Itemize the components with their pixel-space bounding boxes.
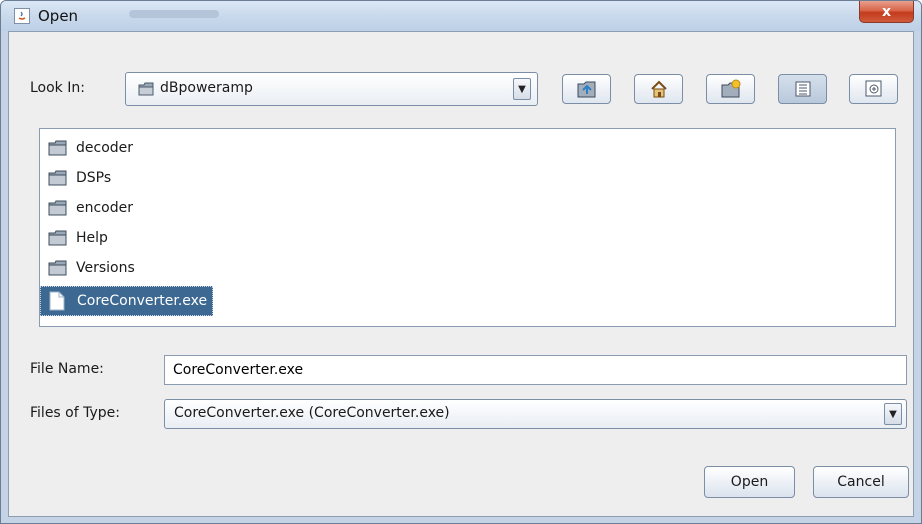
details-view-icon	[865, 80, 881, 97]
folder-icon	[48, 139, 68, 157]
up-one-level-button[interactable]	[562, 74, 611, 104]
files-of-type-combo[interactable]: CoreConverter.exe (CoreConverter.exe) ▼	[164, 399, 907, 429]
chevron-down-icon[interactable]: ▼	[513, 78, 531, 100]
cancel-button[interactable]: Cancel	[813, 466, 909, 498]
list-item[interactable]: decoder	[48, 137, 138, 159]
home-button[interactable]	[634, 74, 683, 104]
title-bar[interactable]: Open x	[1, 1, 921, 31]
list-item[interactable]: encoder	[48, 197, 138, 219]
file-list[interactable]: decoder DSPs encoder Help Versions CoreC…	[39, 128, 896, 327]
chevron-down-icon[interactable]: ▼	[884, 403, 902, 425]
look-in-label: Look In:	[30, 80, 85, 96]
file-icon	[49, 291, 69, 311]
list-view-button[interactable]	[778, 74, 827, 104]
new-folder-button[interactable]	[706, 74, 755, 104]
folder-icon	[48, 259, 68, 277]
files-of-type-value: CoreConverter.exe (CoreConverter.exe)	[174, 405, 450, 421]
files-of-type-label: Files of Type:	[30, 405, 120, 421]
blurred-title-remnant	[129, 10, 219, 18]
window-title: Open	[38, 7, 79, 25]
folder-icon	[48, 199, 68, 217]
cancel-button-label: Cancel	[837, 474, 885, 490]
file-name: DSPs	[76, 170, 112, 186]
close-button[interactable]: x	[859, 1, 914, 23]
open-button-label: Open	[730, 474, 769, 490]
look-in-combo[interactable]: dBpoweramp ▼	[125, 72, 538, 106]
close-icon: x	[881, 3, 892, 20]
file-name: decoder	[76, 140, 134, 156]
list-item[interactable]: Help	[48, 227, 113, 249]
file-name-input[interactable]	[164, 355, 907, 385]
folder-icon	[48, 169, 68, 187]
open-dialog: Open x Look In: dBpoweramp ▼ decoder DSP…	[0, 0, 922, 524]
file-name: CoreConverter.exe	[77, 293, 208, 309]
file-name: Help	[76, 230, 108, 246]
file-name: Versions	[76, 260, 135, 276]
details-view-button[interactable]	[849, 74, 898, 104]
java-icon	[14, 8, 30, 24]
list-item[interactable]: Versions	[48, 257, 140, 279]
list-item[interactable]: DSPs	[48, 167, 116, 189]
look-in-value: dBpoweramp	[160, 80, 253, 96]
file-name: encoder	[76, 200, 134, 216]
folder-icon	[48, 229, 68, 247]
new-folder-icon	[721, 79, 740, 98]
open-button[interactable]: Open	[704, 466, 795, 498]
folder-up-icon	[577, 81, 595, 98]
list-view-icon	[795, 81, 810, 97]
home-icon	[650, 80, 667, 98]
list-item-selected[interactable]: CoreConverter.exe	[40, 286, 214, 316]
file-name-label: File Name:	[30, 361, 104, 377]
folder-icon	[138, 81, 154, 101]
